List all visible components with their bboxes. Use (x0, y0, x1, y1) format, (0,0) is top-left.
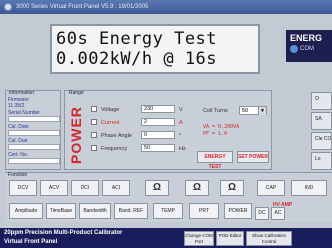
information-panel: Information Firmware 11.35/2 Serial Numb… (5, 90, 61, 170)
phase-angle-input[interactable]: 0 (141, 131, 175, 139)
energy-test-button[interactable]: ENERGY TEST (197, 151, 233, 170)
change-com-port-button[interactable]: Change COM Port (184, 231, 214, 246)
side-button-4[interactable]: Lo (311, 152, 332, 170)
range-panel: Range POWER Voltage 230 V Current 2 A Ph… (64, 90, 272, 170)
display-line-2: 0.002kW/h @ 16s (56, 49, 218, 69)
ac-button[interactable]: AC (271, 207, 285, 220)
coil-turns-label: Coil Turns (203, 108, 228, 114)
frequency-label: Frequency (101, 146, 127, 152)
frequency-unit: Hz (179, 146, 186, 152)
voltage-unit: V (179, 107, 183, 113)
lcd-display: 60s Energy Test 0.002kW/h @ 16s (50, 24, 260, 74)
pf-readout-line: PF = 1.0 (203, 131, 228, 137)
title-bar: 3000 Series Virtual Front Panel V5.9 : 1… (0, 0, 332, 14)
phase-angle-checkbox[interactable] (91, 132, 97, 138)
app-icon (4, 3, 12, 11)
coil-turns-value: 50 (242, 108, 249, 114)
serial-number-field (8, 116, 60, 122)
function-panel: Function DCV ACV DCI ACI Ω Ω Ω CAP IND A… (5, 172, 332, 222)
frequency-input[interactable]: 50 (141, 144, 175, 152)
bandwidth-button[interactable]: Bandwidth (79, 203, 111, 219)
range-caption: Range (69, 90, 84, 96)
com-status-icon (290, 45, 298, 53)
dci-button[interactable]: DCI (71, 180, 99, 196)
temp-button[interactable]: TEMP (153, 203, 183, 219)
coil-turns-select[interactable]: 50 ▼ (239, 106, 267, 115)
current-checkbox[interactable] (91, 119, 97, 125)
voltage-label: Voltage (101, 107, 120, 113)
energy-panel: ENERG COM (286, 30, 332, 62)
power-label: POWER (68, 106, 84, 164)
resistance-4w-button[interactable]: Ω (185, 180, 209, 196)
phase-angle-unit: ° (179, 133, 182, 139)
voltage-input[interactable]: 230 (141, 105, 175, 113)
pod-editor-button[interactable]: POD Editor (216, 231, 244, 246)
current-unit: A (179, 120, 183, 126)
dcv-button[interactable]: DCV (9, 180, 37, 196)
window-title: 3000 Series Virtual Front Panel V5.9 : 1… (16, 4, 149, 10)
prt-button[interactable]: PRT (189, 203, 219, 219)
aci-button[interactable]: ACI (102, 180, 130, 196)
display-line-1: 60s Energy Test (56, 29, 218, 49)
set-power-button[interactable]: SET POWER (237, 151, 269, 163)
cert-no-field (8, 158, 60, 164)
current-input[interactable]: 2 (141, 118, 175, 126)
timebase-button[interactable]: TimeBase (46, 203, 76, 219)
power-function-button[interactable]: POWER (224, 203, 252, 219)
resistance-2w-button[interactable]: Ω (145, 180, 169, 196)
side-button-3[interactable]: Cle COM (311, 132, 332, 150)
function-caption: Function (8, 172, 28, 178)
show-calibration-control-button[interactable]: Show Calibration Control (246, 231, 292, 246)
va-readout-line: VA = 0.200VA (203, 124, 240, 130)
main-window: 3000 Series Virtual Front Panel V5.9 : 1… (0, 0, 332, 248)
frequency-checkbox[interactable] (91, 145, 97, 151)
va-readout: VA = 0.200VA PF = 1.0 (203, 124, 239, 138)
chevron-down-icon[interactable]: ▼ (258, 107, 266, 115)
product-title: 20ppm Precision Multi-Product Calibrator (4, 230, 123, 236)
cal-date-field (8, 130, 60, 136)
status-bar: 20ppm Precision Multi-Product Calibrator… (0, 228, 332, 248)
voltage-checkbox[interactable] (91, 106, 97, 112)
acv-button[interactable]: ACV (40, 180, 68, 196)
com-label: COM (300, 46, 314, 52)
information-caption: Information (9, 90, 35, 96)
current-label: Current (101, 120, 120, 126)
dc-button[interactable]: DC (255, 207, 269, 220)
firmware-value: 11.35/2 (8, 103, 25, 109)
ind-button[interactable]: IND (291, 180, 327, 196)
band-ref-button[interactable]: Band. REF (114, 203, 148, 219)
resistance-hv-button[interactable]: Ω (220, 180, 244, 196)
cap-button[interactable]: CAP (257, 180, 285, 196)
amplitude-button[interactable]: Amplitude (9, 203, 43, 219)
energy-header: ENERG (290, 33, 323, 43)
side-button-2[interactable]: SA (311, 112, 332, 130)
cal-due-field (8, 144, 60, 150)
phase-angle-label: Phase Angle (101, 133, 132, 139)
product-subtitle: Virtual Front Panel (4, 239, 58, 245)
side-button-1[interactable]: O (311, 92, 332, 110)
